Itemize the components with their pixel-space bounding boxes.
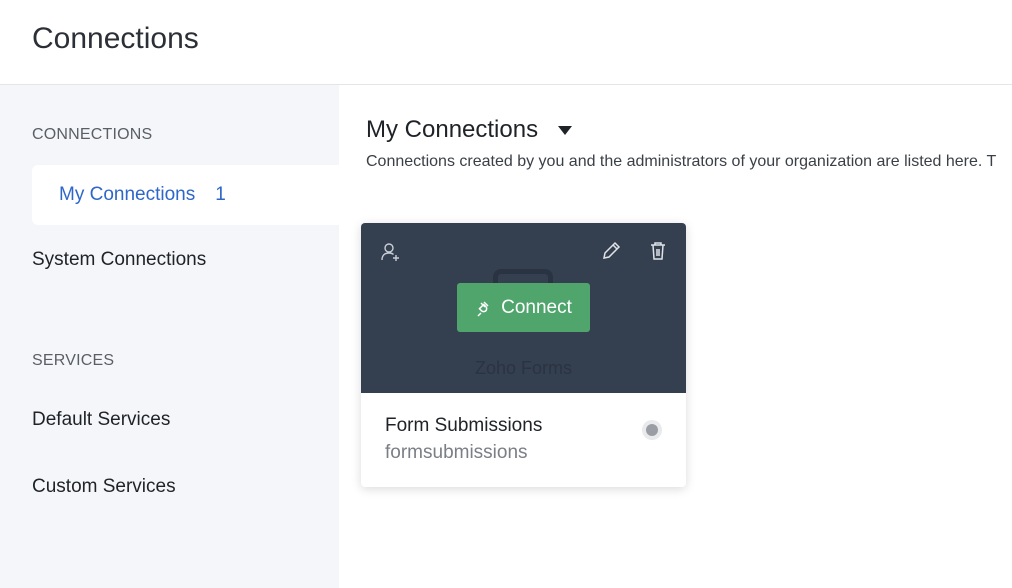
connection-link-name: formsubmissions: [385, 442, 528, 463]
sidebar-item-system-connections[interactable]: System Connections: [32, 249, 206, 271]
sidebar: CONNECTIONS My Connections 1 System Conn…: [0, 85, 339, 588]
connection-card[interactable]: Zoho Forms Connect Form Submissions form…: [361, 223, 686, 487]
card-header: Zoho Forms Connect: [361, 223, 686, 393]
connect-button-label: Connect: [501, 296, 572, 318]
service-name: Zoho Forms: [474, 358, 573, 378]
connection-name: Form Submissions: [385, 415, 543, 436]
main-title: My Connections: [366, 116, 539, 143]
page-description: Connections created by you and the admin…: [366, 153, 997, 170]
sidebar-item-label: My Connections: [59, 184, 196, 205]
plug-icon: [477, 300, 489, 317]
pencil-icon[interactable]: [600, 240, 622, 262]
caret-down-icon: [558, 125, 573, 135]
sidebar-item-custom-services[interactable]: Custom Services: [32, 476, 176, 498]
connections-filter-dropdown[interactable]: My Connections: [366, 116, 573, 144]
status-dot: [646, 424, 658, 436]
sidebar-item-default-services[interactable]: Default Services: [32, 409, 170, 431]
sidebar-section-services: SERVICES: [32, 352, 115, 369]
page-title: Connections: [32, 22, 199, 55]
user-add-icon[interactable]: [379, 241, 401, 263]
connection-status-toggle[interactable]: [642, 420, 662, 440]
connect-button[interactable]: Connect: [457, 283, 590, 332]
connection-count-badge: 1: [215, 184, 226, 205]
sidebar-section-connections: CONNECTIONS: [32, 126, 153, 143]
trash-icon[interactable]: [647, 240, 669, 262]
main-content: My Connections Connections created by yo…: [339, 85, 1012, 588]
page-header: Connections: [0, 0, 1012, 85]
sidebar-item-my-connections[interactable]: My Connections 1: [32, 165, 339, 225]
